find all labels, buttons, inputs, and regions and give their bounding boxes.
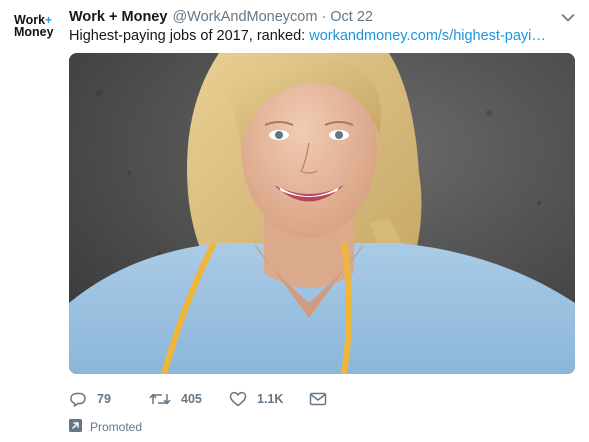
tweet-text: Highest-paying jobs of 2017, ranked: wor… — [69, 28, 569, 48]
promoted-arrow-icon — [69, 419, 82, 435]
avatar-logo-line2: Money — [14, 25, 54, 39]
reply-button[interactable]: 79 — [69, 391, 149, 407]
tweet-actions: 79 405 1.1K — [69, 388, 327, 410]
reply-count: 79 — [97, 392, 111, 406]
retweet-button[interactable]: 405 — [149, 391, 229, 407]
promoted-indicator: Promoted — [69, 419, 142, 435]
tweet-body: Highest-paying jobs of 2017, ranked: — [69, 28, 310, 44]
retweet-icon — [149, 391, 171, 407]
promoted-tweet[interactable]: Work+ Money Work + Money @WorkAndMoneyco… — [0, 0, 589, 442]
retweet-count: 405 — [181, 392, 202, 406]
tweet-link[interactable]: workandmoney.com/s/highest-payi… — [309, 28, 546, 44]
tweet-timestamp[interactable]: Oct 22 — [330, 9, 373, 25]
like-count: 1.1K — [257, 392, 284, 406]
tweet-header: Work + Money @WorkAndMoneycom · Oct 22 — [69, 7, 569, 27]
direct-message-button[interactable] — [309, 392, 327, 406]
envelope-icon — [309, 392, 327, 406]
promoted-label: Promoted — [90, 420, 143, 434]
separator-dot: · — [321, 9, 327, 25]
like-button[interactable]: 1.1K — [229, 391, 309, 407]
tweet-media-image[interactable] — [69, 53, 575, 374]
account-handle[interactable]: @WorkAndMoneycom — [172, 9, 317, 25]
chevron-down-icon[interactable] — [561, 10, 575, 22]
avatar[interactable]: Work+ Money — [14, 14, 58, 58]
heart-icon — [229, 391, 247, 407]
reply-icon — [69, 391, 87, 407]
account-name[interactable]: Work + Money — [69, 9, 167, 25]
